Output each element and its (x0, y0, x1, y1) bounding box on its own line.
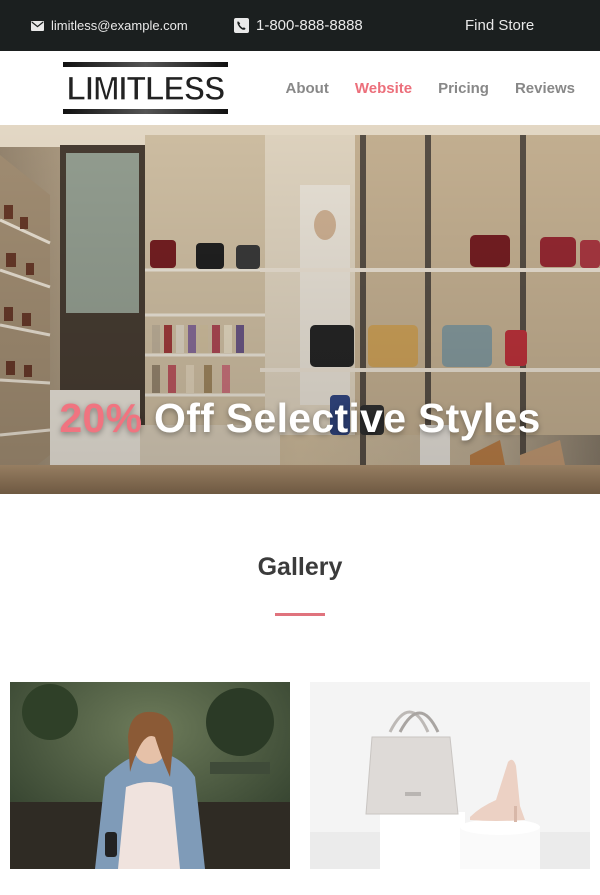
nav-about[interactable]: About (286, 80, 329, 97)
hero-headline-text: Off Selective Styles (142, 395, 541, 441)
nav-website[interactable]: Website (355, 80, 412, 97)
brand-logo[interactable]: LIMITLESS (63, 62, 228, 114)
topbar-phone[interactable]: 1-800-888-8888 (234, 0, 363, 51)
envelope-icon (31, 20, 44, 31)
logo-wordmark: LIMITLESS (67, 70, 225, 108)
main-nav: About Website Pricing Reviews (286, 51, 575, 125)
gallery-title: Gallery (257, 553, 343, 581)
phone-icon (234, 18, 249, 33)
hero-discount: 20% (59, 395, 143, 441)
gallery-divider (275, 613, 325, 616)
topbar-email[interactable]: limitless@example.com (31, 0, 188, 51)
topbar: limitless@example.com 1-800-888-8888 Fin… (0, 0, 600, 51)
hero-banner: 20% Off Selective Styles (0, 125, 600, 494)
hero-headline: 20% Off Selective Styles (0, 395, 600, 442)
nav-reviews[interactable]: Reviews (515, 80, 575, 97)
phone-text: 1-800-888-8888 (256, 17, 363, 34)
gallery-image-woman[interactable] (10, 682, 290, 869)
nav-pricing[interactable]: Pricing (438, 80, 489, 97)
find-store-link[interactable]: Find Store (465, 0, 534, 51)
site-header: LIMITLESS About Website Pricing Reviews (0, 51, 600, 125)
email-text: limitless@example.com (51, 18, 188, 33)
gallery-image-bag-shoe[interactable] (310, 682, 590, 869)
